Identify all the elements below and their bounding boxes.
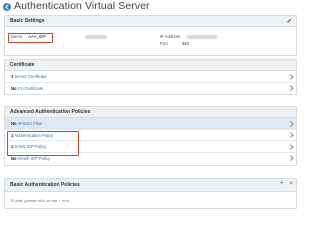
- port-label: Port: [160, 41, 168, 46]
- nfactor-flow-row[interactable]: No nFactor Flow: [5, 118, 296, 130]
- oauth-idp-policy-label: OAuth IDP Policy: [17, 155, 51, 161]
- ca-certificate-label: CA Certificate: [17, 85, 44, 91]
- nfactor-flow-label: nFactor Flow: [17, 121, 42, 126]
- chevron-right-icon: [287, 155, 293, 161]
- nfactor-flow-count: No: [11, 121, 17, 126]
- pencil-edit-icon[interactable]: [286, 18, 292, 24]
- name-value: AAA_IDP: [28, 34, 46, 39]
- server-certificate-count: 1: [11, 74, 14, 79]
- chevron-right-icon: [287, 132, 293, 138]
- basic-settings-title: Basic Settings: [10, 18, 45, 24]
- ca-certificate-text: No CA Certificate: [11, 86, 43, 91]
- name-label: Name: [11, 34, 23, 39]
- basic-settings-panel: Basic Settings Name AAA_IDP IP Address Po…: [4, 15, 297, 56]
- server-certificate-text: 1 Server Certificate: [11, 74, 47, 79]
- add-plus-icon[interactable]: +: [280, 181, 284, 187]
- authentication-policy-label: Authentication Policy: [14, 132, 54, 138]
- authentication-policy-row[interactable]: 1 Authentication Policy: [5, 130, 296, 141]
- basic-policies-body: To add, please click on the + icon: [5, 192, 296, 208]
- page-header: Authentication Virtual Server: [0, 0, 300, 14]
- basic-policies-header: Basic Authentication Policies + ×: [5, 179, 296, 192]
- add-hint-text: To add, please click on the + icon: [10, 198, 70, 203]
- saml-idp-policy-label: SAML IDP Policy: [14, 144, 47, 149]
- ca-certificate-count: No: [11, 85, 17, 91]
- saml-idp-policy-text: 1 SAML IDP Policy: [11, 144, 46, 149]
- advanced-policies-panel: Advanced Authentication Policies No nFac…: [4, 106, 297, 166]
- oauth-idp-policy-row[interactable]: No OAuth IDP Policy: [5, 153, 296, 165]
- basic-settings-body: Name AAA_IDP IP Address Port 443: [5, 27, 296, 56]
- oauth-idp-policy-count: No: [11, 155, 17, 161]
- basic-policies-tools: + ×: [274, 181, 293, 187]
- server-certificate-row[interactable]: 1 Server Certificate: [5, 71, 296, 83]
- certificate-title: Certificate: [10, 62, 35, 68]
- port-value: 443: [181, 41, 189, 46]
- ca-certificate-row[interactable]: No CA Certificate: [5, 83, 296, 95]
- certificate-panel: Certificate 1 Server Certificate No CA C…: [4, 59, 297, 95]
- authentication-policy-text: 1 Authentication Policy: [11, 133, 53, 138]
- name-field: Name AAA_IDP: [11, 34, 46, 39]
- chevron-right-icon: [287, 73, 293, 79]
- chevron-right-icon: [287, 143, 293, 149]
- back-arrow-icon[interactable]: [3, 3, 11, 11]
- advanced-policies-title: Advanced Authentication Policies: [10, 109, 91, 115]
- redacted-value: [85, 35, 107, 39]
- chevron-right-icon: [287, 120, 293, 126]
- basic-policies-title: Basic Authentication Policies: [10, 182, 80, 188]
- saml-idp-policy-count: 1: [11, 144, 14, 149]
- redacted-ip-address: [187, 34, 217, 39]
- oauth-idp-policy-text: No OAuth IDP Policy: [11, 156, 50, 161]
- server-certificate-label: Server Certificate: [14, 74, 47, 79]
- close-icon[interactable]: ×: [289, 181, 293, 187]
- basic-settings-header: Basic Settings: [5, 16, 296, 27]
- port-field: Port 443: [160, 41, 189, 46]
- saml-idp-policy-row[interactable]: 1 SAML IDP Policy: [5, 141, 296, 153]
- chevron-right-icon: [287, 85, 293, 91]
- advanced-policies-header: Advanced Authentication Policies: [5, 107, 296, 118]
- nfactor-flow-text: No nFactor Flow: [11, 121, 42, 126]
- ip-address-label: IP Address: [160, 34, 181, 39]
- basic-policies-panel: Basic Authentication Policies + × To add,…: [4, 178, 297, 209]
- certificate-header: Certificate: [5, 60, 296, 71]
- authentication-policy-count: 1: [11, 132, 14, 138]
- page-title: Authentication Virtual Server: [14, 0, 150, 12]
